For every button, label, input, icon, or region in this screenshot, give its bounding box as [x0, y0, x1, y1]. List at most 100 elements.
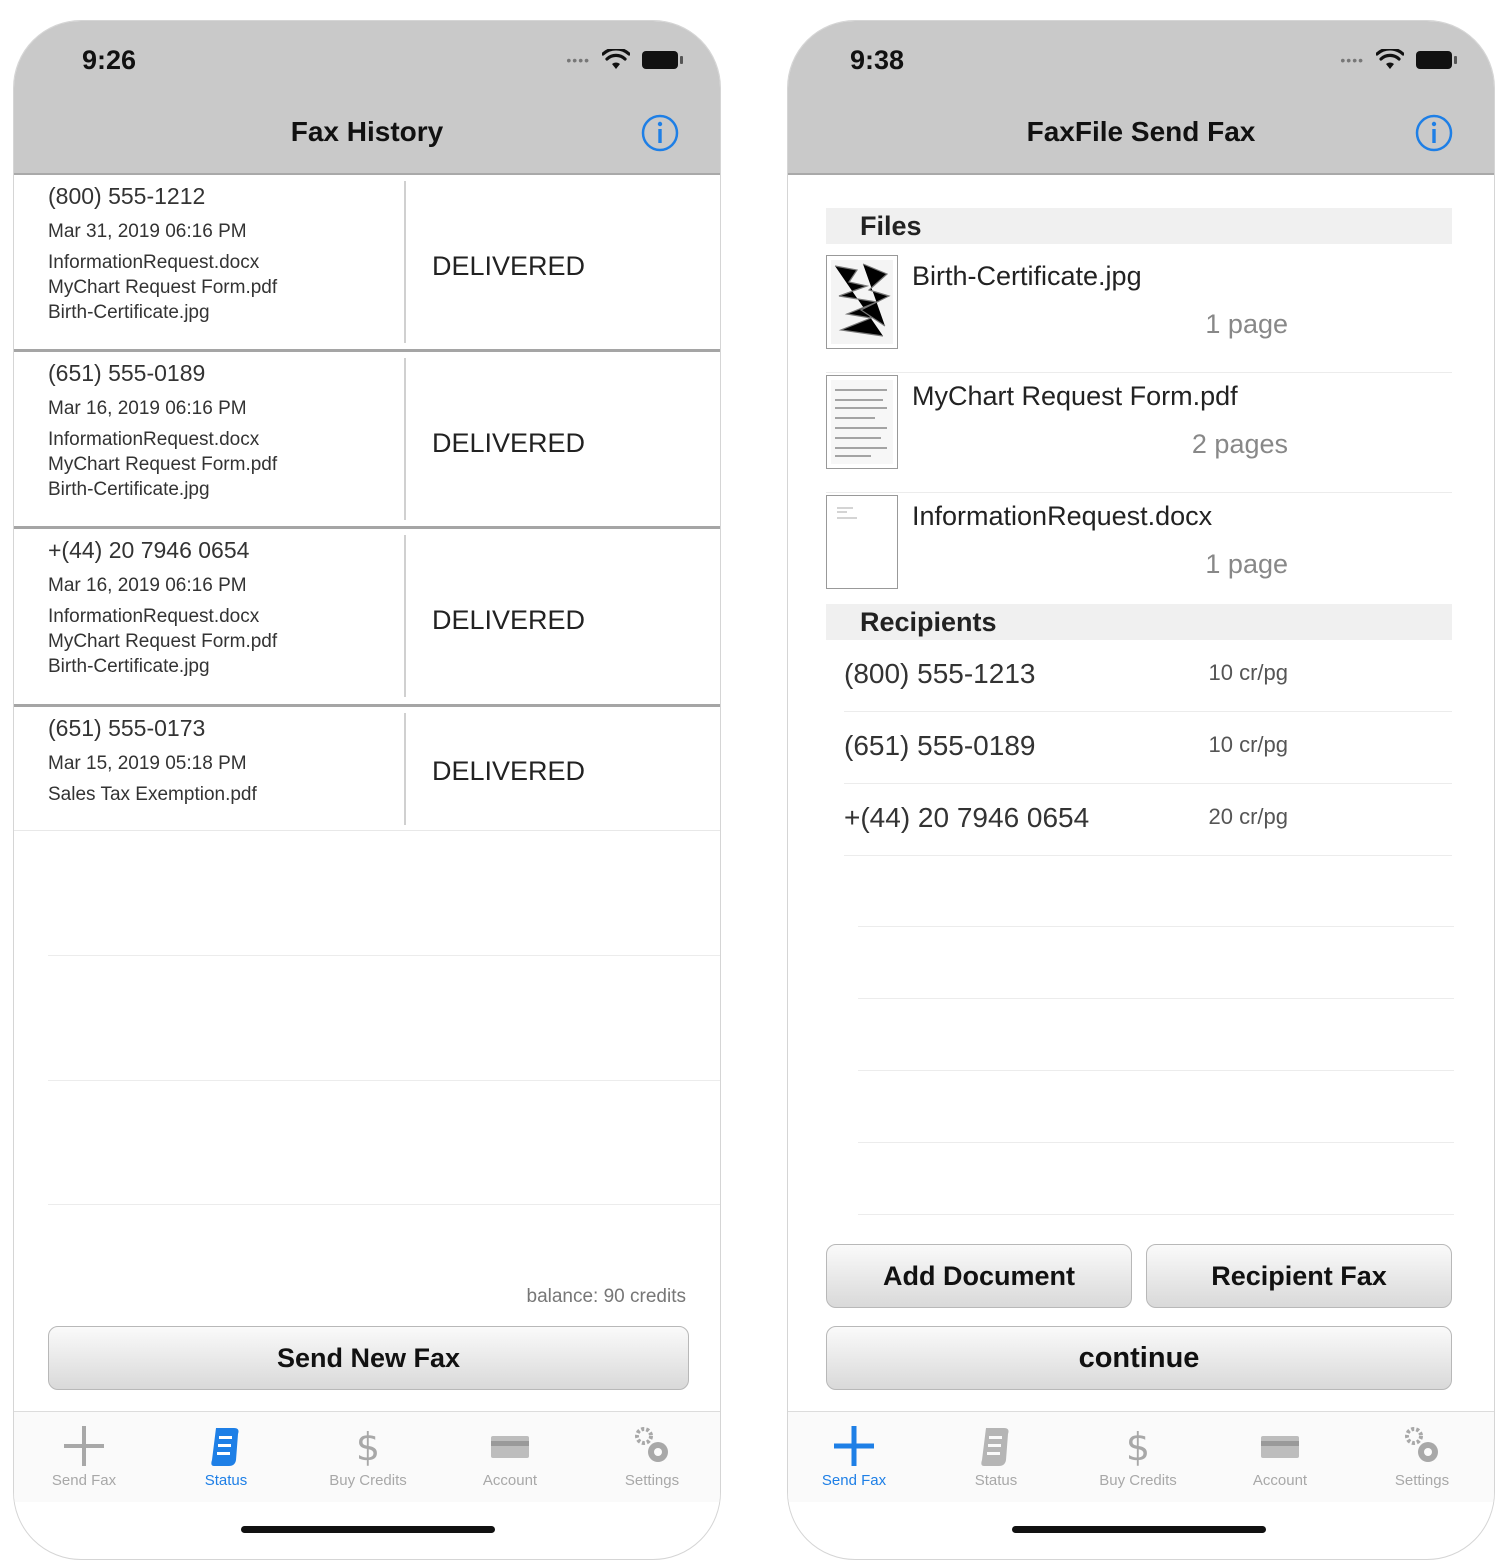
- file-row[interactable]: InformationRequest.docx 1 page: [826, 495, 1452, 613]
- tab-status[interactable]: Status: [166, 1412, 286, 1489]
- tab-send-fax[interactable]: Send Fax: [24, 1412, 144, 1489]
- file-name: Birth-Certificate.jpg: [912, 261, 1142, 291]
- tab-label: Settings: [624, 1472, 680, 1489]
- tab-account[interactable]: Account: [450, 1412, 570, 1489]
- send-new-fax-button[interactable]: Send New Fax: [48, 1326, 689, 1390]
- fax-history-row[interactable]: +(44) 20 7946 0654 Mar 16, 2019 06:16 PM…: [14, 529, 720, 707]
- file-row[interactable]: MyChart Request Form.pdf 2 pages: [826, 375, 1452, 493]
- tab-account[interactable]: Account: [1220, 1412, 1340, 1489]
- tab-settings[interactable]: Settings: [592, 1412, 712, 1489]
- empty-row-separator: [48, 1080, 720, 1081]
- card-icon: [491, 1436, 529, 1458]
- add-document-button[interactable]: Add Document: [826, 1244, 1132, 1308]
- info-icon[interactable]: [1414, 113, 1454, 153]
- file-name: InformationRequest.docx: [912, 501, 1213, 531]
- recipient-number: +(44) 20 7946 0654: [844, 802, 1090, 833]
- recipients-section-header: Recipients: [826, 604, 1452, 640]
- tab-label: Status: [204, 1472, 248, 1489]
- tab-label: Buy Credits: [1099, 1472, 1177, 1489]
- file-page-count: 2 pages: [1191, 429, 1288, 459]
- fax-history-screen: 9:26 •••• Fax History (800) 555-1212 Mar…: [13, 20, 721, 1560]
- home-indicator[interactable]: [241, 1526, 495, 1533]
- tab-label: Settings: [1394, 1472, 1450, 1489]
- tab-status[interactable]: Status: [936, 1412, 1056, 1489]
- recipient-fax-button[interactable]: Recipient Fax: [1146, 1244, 1452, 1308]
- tab-buy-credits[interactable]: $ Buy Credits: [1078, 1412, 1198, 1489]
- empty-row-separator: [858, 998, 1454, 999]
- status-time: 9:38: [850, 45, 905, 75]
- continue-button[interactable]: continue: [826, 1326, 1452, 1390]
- file-thumbnail: [826, 255, 898, 349]
- gears-icon: [1405, 1427, 1438, 1462]
- signal-icon: ••••: [1340, 52, 1364, 68]
- tab-buy-credits[interactable]: $ Buy Credits: [308, 1412, 428, 1489]
- tab-bar: Send Fax Status $ Buy Credits Account Se…: [788, 1411, 1494, 1502]
- fax-file: Birth-Certificate.jpg: [48, 479, 210, 500]
- fax-history-list: (800) 555-1212 Mar 31, 2019 06:16 PM Inf…: [14, 175, 720, 831]
- plus-icon: [834, 1426, 874, 1466]
- wifi-icon: [1376, 49, 1404, 71]
- fax-file: InformationRequest.docx: [48, 606, 260, 627]
- fax-file: MyChart Request Form.pdf: [48, 454, 278, 475]
- recipient-number: (651) 555-0189: [844, 730, 1036, 761]
- tab-label: Account: [1252, 1472, 1308, 1489]
- svg-text:$: $: [1126, 1425, 1150, 1469]
- navigation-bar: 9:26 •••• Fax History: [14, 21, 720, 175]
- column-divider: [404, 535, 406, 697]
- fax-file: MyChart Request Form.pdf: [48, 631, 278, 652]
- page-title: FaxFile Send Fax: [1026, 116, 1256, 147]
- file-page-count: 1 page: [1205, 309, 1288, 339]
- file-name: MyChart Request Form.pdf: [912, 381, 1238, 411]
- fax-history-row[interactable]: (651) 555-0173 Mar 15, 2019 05:18 PM Sal…: [14, 707, 720, 831]
- fax-date: Mar 16, 2019 06:16 PM: [48, 575, 247, 596]
- recipient-rate: 10 cr/pg: [1208, 732, 1289, 757]
- battery-icon: [642, 50, 684, 70]
- fax-status: DELIVERED: [432, 756, 586, 786]
- home-indicator[interactable]: [1012, 1526, 1266, 1533]
- file-page-count: 1 page: [1205, 549, 1288, 579]
- fax-date: Mar 15, 2019 05:18 PM: [48, 753, 247, 774]
- file-thumbnail: [826, 495, 898, 589]
- wifi-icon: [602, 49, 630, 71]
- fax-file: InformationRequest.docx: [48, 429, 260, 450]
- column-divider: [404, 358, 406, 520]
- tab-label: Send Fax: [821, 1472, 887, 1489]
- card-icon: [1261, 1436, 1299, 1458]
- scroll-icon: [981, 1428, 1009, 1466]
- dollar-icon: $: [356, 1425, 380, 1469]
- empty-row-separator: [858, 1070, 1454, 1071]
- fax-date: Mar 16, 2019 06:16 PM: [48, 398, 247, 419]
- fax-number: +(44) 20 7946 0654: [48, 537, 250, 563]
- fax-file: Sales Tax Exemption.pdf: [48, 784, 257, 805]
- column-divider: [404, 713, 406, 825]
- file-row[interactable]: Birth-Certificate.jpg 1 page: [826, 255, 1452, 373]
- fax-status: DELIVERED: [432, 605, 586, 635]
- empty-row-separator: [48, 955, 720, 956]
- plus-icon: [64, 1426, 104, 1466]
- fax-file: Birth-Certificate.jpg: [48, 302, 210, 323]
- fax-number: (651) 555-0173: [48, 715, 206, 741]
- recipient-row[interactable]: +(44) 20 7946 0654 20 cr/pg: [844, 784, 1452, 856]
- status-time: 9:26: [82, 45, 137, 75]
- recipient-row[interactable]: (651) 555-0189 10 cr/pg: [844, 712, 1452, 784]
- balance-label: balance: 90 credits: [526, 1286, 687, 1307]
- info-icon[interactable]: [640, 113, 680, 153]
- files-section-header: Files: [826, 208, 1452, 244]
- tab-settings[interactable]: Settings: [1362, 1412, 1482, 1489]
- tab-send-fax[interactable]: Send Fax: [794, 1412, 914, 1489]
- tab-label: Send Fax: [51, 1472, 117, 1489]
- dollar-icon: $: [1126, 1425, 1150, 1469]
- recipient-rate: 10 cr/pg: [1208, 660, 1289, 685]
- column-divider: [404, 181, 406, 343]
- fax-history-row[interactable]: (800) 555-1212 Mar 31, 2019 06:16 PM Inf…: [14, 175, 720, 352]
- send-fax-screen: 9:38 •••• FaxFile Send Fax Files Birth-C…: [787, 20, 1495, 1560]
- recipient-row[interactable]: (800) 555-1213 10 cr/pg: [844, 640, 1452, 712]
- page-title: Fax History: [290, 116, 444, 147]
- fax-history-row[interactable]: (651) 555-0189 Mar 16, 2019 06:16 PM Inf…: [14, 352, 720, 529]
- scroll-icon: [211, 1428, 239, 1466]
- fax-status: DELIVERED: [432, 251, 586, 281]
- svg-text:$: $: [356, 1425, 380, 1469]
- navigation-bar: 9:38 •••• FaxFile Send Fax: [788, 21, 1494, 175]
- empty-row-separator: [48, 1204, 720, 1205]
- fax-number: (800) 555-1212: [48, 183, 206, 209]
